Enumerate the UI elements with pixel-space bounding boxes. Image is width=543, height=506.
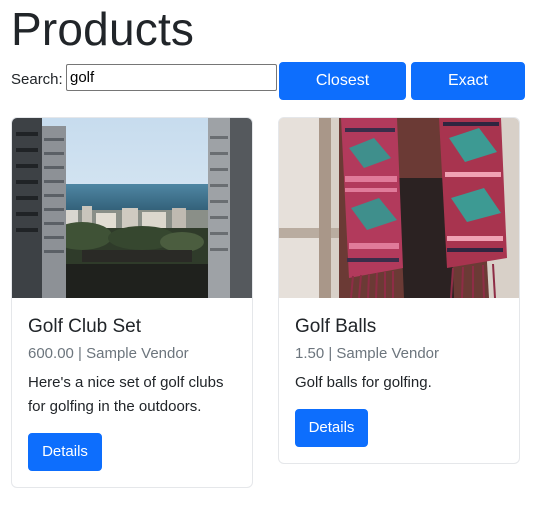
page-title: Products: [11, 3, 195, 55]
exact-search-button[interactable]: Exact Search: [411, 62, 525, 125]
product-card: Golf Club Set 600.00 | Sample Vendor Her…: [11, 117, 253, 488]
search-input[interactable]: [66, 64, 277, 91]
product-title: Golf Balls: [295, 316, 377, 337]
product-image: [12, 118, 252, 298]
closest-search-button[interactable]: Closest Search: [279, 62, 406, 125]
details-button[interactable]: Details: [28, 433, 102, 471]
search-label: Search:: [11, 71, 63, 88]
product-price-vendor: 600.00 | Sample Vendor: [28, 345, 189, 362]
product-description: Golf balls for golfing.: [295, 374, 432, 391]
product-image: [279, 118, 519, 298]
product-price-vendor: 1.50 | Sample Vendor: [295, 345, 439, 362]
details-button[interactable]: Details: [295, 409, 368, 447]
product-card: Golf Balls 1.50 | Sample Vendor Golf bal…: [278, 117, 520, 464]
product-title: Golf Club Set: [28, 316, 141, 337]
product-description: Here's a nice set of golf clubs for golf…: [28, 374, 224, 415]
search-bar: Search: Closest Search Exact Search: [11, 62, 531, 125]
